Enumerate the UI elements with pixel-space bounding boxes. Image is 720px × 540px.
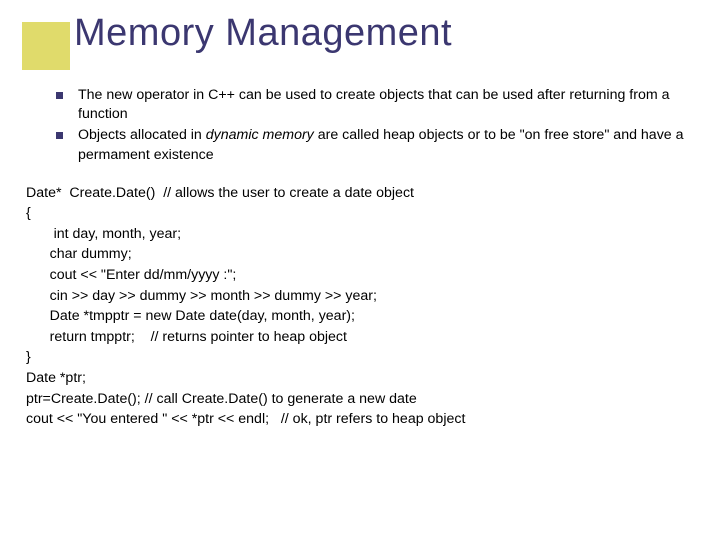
bullet-text: Objects allocated in [78, 127, 206, 143]
bullet-list: The new operator in C++ can be used to c… [26, 86, 694, 165]
bullet-item: The new operator in C++ can be used to c… [56, 86, 694, 124]
code-line: return tmpptr; // returns pointer to hea… [26, 329, 347, 345]
bullet-item: Objects allocated in dynamic memory are … [56, 126, 694, 164]
code-block: Date* Create.Date() // allows the user t… [26, 183, 694, 430]
code-line: Date *ptr; [26, 370, 86, 386]
code-line: cout << "Enter dd/mm/yyyy :"; [26, 267, 236, 283]
code-line: int day, month, year; [26, 226, 181, 242]
code-line: Date* Create.Date() // allows the user t… [26, 185, 414, 201]
code-line: ptr=Create.Date(); // call Create.Date()… [26, 391, 417, 407]
code-line: { [26, 205, 31, 221]
slide-content: The new operator in C++ can be used to c… [0, 80, 720, 430]
bullet-text: The new operator in C++ can be used to c… [78, 87, 670, 122]
slide-title: Memory Management [24, 12, 720, 55]
bullet-text-italic: dynamic memory [206, 127, 314, 143]
code-line: cout << "You entered " << *ptr << endl; … [26, 411, 465, 427]
code-line: char dummy; [26, 246, 132, 262]
title-block: Memory Management [0, 0, 720, 80]
code-line: cin >> day >> dummy >> month >> dummy >>… [26, 288, 377, 304]
code-line: } [26, 349, 31, 365]
code-line: Date *tmpptr = new Date date(day, month,… [26, 308, 355, 324]
